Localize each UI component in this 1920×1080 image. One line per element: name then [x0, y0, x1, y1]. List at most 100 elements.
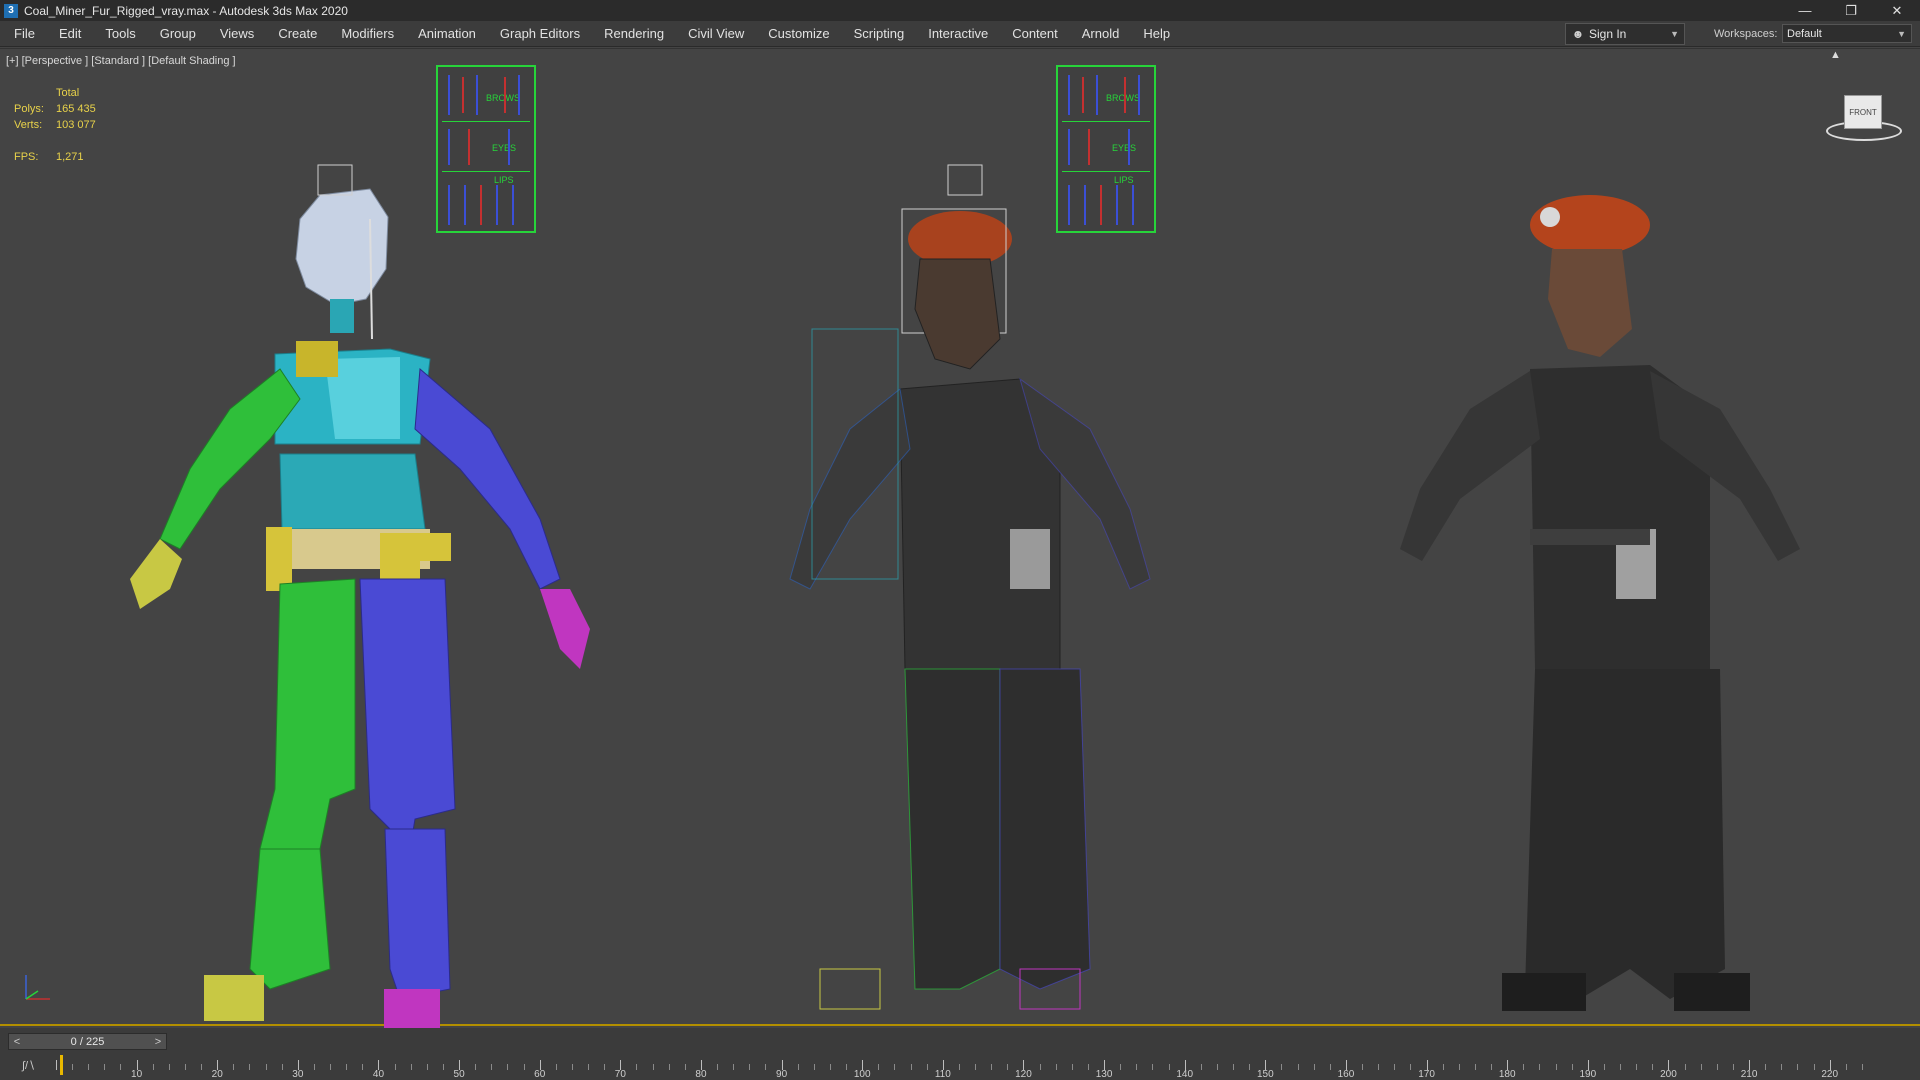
next-frame-button[interactable]: > — [150, 1036, 166, 1048]
timeline-tick-label: 120 — [1015, 1069, 1032, 1080]
menu-views[interactable]: Views — [208, 21, 266, 46]
close-button[interactable]: ✕ — [1874, 0, 1920, 21]
timeline-tick-label: 220 — [1821, 1069, 1839, 1080]
wireframe-figure[interactable] — [700, 109, 1240, 1029]
timeline-tick — [1845, 1064, 1847, 1070]
timeline-tick — [1523, 1064, 1525, 1070]
workspaces-label: Workspaces: — [1714, 28, 1778, 40]
menu-arnold[interactable]: Arnold — [1070, 21, 1132, 46]
timeline-tick — [749, 1064, 751, 1070]
menu-graph-editors[interactable]: Graph Editors — [488, 21, 592, 46]
menu-civil-view[interactable]: Civil View — [676, 21, 756, 46]
bone-rig-figure[interactable] — [70, 109, 610, 1029]
timeline-tick — [1055, 1064, 1057, 1070]
menu-customize[interactable]: Customize — [756, 21, 841, 46]
time-slider[interactable]: < 0 / 225 > — [8, 1033, 167, 1050]
timeline-tick — [1861, 1064, 1863, 1070]
timeline-tick — [1087, 1064, 1089, 1070]
minimize-button[interactable]: — — [1782, 0, 1828, 21]
workspace-value: Default — [1787, 28, 1822, 40]
timeline-tick — [426, 1064, 428, 1070]
timeline-tick — [878, 1064, 880, 1070]
timeline-tick — [1216, 1064, 1218, 1070]
timeline-tick — [958, 1064, 960, 1070]
menu-scripting[interactable]: Scripting — [842, 21, 917, 46]
polys-label: Polys: — [14, 103, 44, 115]
timeline-tick — [1539, 1064, 1541, 1070]
timeline-tick-label: 50 — [453, 1069, 465, 1080]
verts-label: Verts: — [14, 119, 43, 131]
timeline-tick — [1620, 1064, 1622, 1070]
timeline-ruler[interactable]: 10 20 30 40 50 60 70 80 90 100 110 120 130 140 150 160 1… — [56, 1055, 1870, 1080]
timeline-tick — [1410, 1064, 1412, 1070]
menu-create[interactable]: Create — [266, 21, 329, 46]
timeline-tick — [926, 1064, 928, 1070]
perspective-viewport[interactable]: [+] [Perspective ] [Standard ] [Default … — [0, 48, 1920, 1029]
timeline-tick — [813, 1064, 815, 1070]
timeline-tick — [1636, 1064, 1638, 1070]
timeline-tick — [1813, 1064, 1815, 1070]
menu-tools[interactable]: Tools — [93, 21, 147, 46]
menu-rendering[interactable]: Rendering — [592, 21, 676, 46]
timeline-tick — [1571, 1064, 1573, 1070]
timeline-tick — [362, 1064, 364, 1070]
timeline-tick-label: 30 — [292, 1069, 304, 1080]
timeline-tick-label: 200 — [1660, 1069, 1677, 1080]
timeline-tick — [313, 1064, 315, 1070]
timeline-tick — [491, 1064, 493, 1070]
time-slider-value: 0 / 225 — [70, 1035, 105, 1048]
axis-gizmo — [22, 969, 56, 1005]
menu-content[interactable]: Content — [1000, 21, 1070, 46]
timeline-tick — [1249, 1064, 1251, 1070]
previous-frame-button[interactable]: < — [9, 1036, 25, 1048]
timeline-tick-label: 10 — [131, 1069, 143, 1080]
timeline-tick — [571, 1064, 573, 1070]
timeline-tick — [604, 1064, 606, 1070]
timeline-tick — [652, 1064, 654, 1070]
timeline-tick-label: 170 — [1418, 1069, 1435, 1080]
timeline-tick — [168, 1064, 170, 1070]
timeline-tick — [281, 1064, 283, 1070]
timeline-tick-label: 110 — [934, 1069, 951, 1080]
menu-edit[interactable]: Edit — [47, 21, 93, 46]
timeline-tick — [1233, 1064, 1235, 1070]
window-controls: — ❐ ✕ — [1782, 0, 1920, 21]
timeline-tick — [265, 1064, 267, 1070]
timeline-tick — [1378, 1064, 1380, 1070]
timeline-tick — [394, 1064, 396, 1070]
timeline-tick — [410, 1064, 412, 1070]
panel-label-brows: BROWS — [1106, 93, 1141, 103]
sign-in-button[interactable]: ☻ Sign In ▼ — [1565, 23, 1685, 45]
textured-miner-figure[interactable] — [1330, 109, 1890, 1029]
timeline-tick-label: 160 — [1337, 1069, 1355, 1080]
timeline-tick — [910, 1064, 912, 1070]
app-icon[interactable]: 3 — [4, 3, 18, 18]
menu-animation[interactable]: Animation — [406, 21, 488, 46]
timeline-tick — [1039, 1064, 1041, 1070]
panel-label-brows: BROWS — [486, 93, 521, 103]
current-frame-marker[interactable] — [60, 1055, 63, 1075]
home-icon[interactable]: ▲ — [1830, 49, 1841, 61]
restore-button[interactable]: ❐ — [1828, 0, 1874, 21]
timeline-tick — [829, 1064, 831, 1070]
workspace-select[interactable]: Default ▼ — [1782, 24, 1912, 43]
timeline-tick — [733, 1064, 735, 1070]
menu-interactive[interactable]: Interactive — [916, 21, 1000, 46]
viewport-label[interactable]: [+] [Perspective ] [Standard ] [Default … — [6, 55, 236, 67]
timeline-tick-label: 180 — [1498, 1069, 1516, 1080]
timeline-tick — [1474, 1064, 1476, 1070]
menu-modifiers[interactable]: Modifiers — [329, 21, 406, 46]
sign-in-label: Sign In — [1589, 27, 1627, 41]
timeline-tick — [1555, 1064, 1557, 1070]
timeline-tick — [1765, 1064, 1767, 1070]
timeline-tick — [588, 1064, 590, 1070]
timeline-tick — [1732, 1064, 1734, 1070]
timeline-tick — [233, 1064, 235, 1070]
chevron-down-icon: ▼ — [1670, 29, 1679, 39]
curve-editor-icon[interactable]: ∫/∖ — [22, 1059, 35, 1072]
timeline-tick-label: 90 — [776, 1069, 788, 1080]
menu-group[interactable]: Group — [148, 21, 208, 46]
menu-file[interactable]: File — [0, 21, 47, 46]
menu-help[interactable]: Help — [1131, 21, 1182, 46]
timeline-tick-label: 60 — [534, 1069, 546, 1080]
